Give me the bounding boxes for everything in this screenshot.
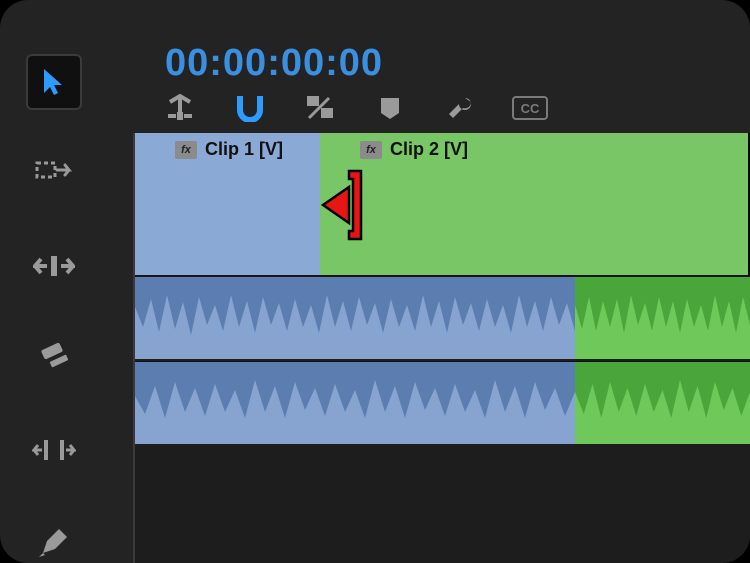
linked-selection-toggle[interactable] bbox=[300, 92, 340, 124]
audio-clip[interactable] bbox=[575, 277, 750, 359]
slip-icon bbox=[32, 438, 76, 462]
waveform-icon bbox=[575, 277, 750, 359]
clip-label: Clip 2 [V] bbox=[390, 139, 468, 160]
selection-tool[interactable] bbox=[28, 56, 80, 108]
pen-icon bbox=[37, 525, 71, 559]
tool-rail bbox=[22, 56, 86, 563]
timeline-empty-area[interactable] bbox=[135, 445, 750, 563]
slip-tool[interactable] bbox=[28, 424, 80, 476]
insert-indicator-icon bbox=[164, 94, 196, 122]
fx-badge-icon: fx bbox=[175, 141, 197, 159]
timeline-area[interactable]: fx Clip 1 [V] fx Clip 2 [V] bbox=[133, 133, 750, 563]
video-track-v1[interactable]: fx Clip 1 [V] fx Clip 2 [V] bbox=[135, 133, 750, 277]
video-clip-1[interactable]: fx Clip 1 [V] bbox=[135, 133, 322, 275]
audio-clip[interactable] bbox=[135, 362, 575, 444]
audio-clip[interactable] bbox=[575, 362, 750, 444]
razor-icon bbox=[36, 340, 72, 376]
waveform-icon bbox=[135, 362, 575, 444]
cc-icon: CC bbox=[512, 96, 548, 120]
ripple-edit-tool[interactable] bbox=[28, 240, 80, 292]
insert-overwrite-toggle[interactable] bbox=[160, 92, 200, 124]
audio-clip[interactable] bbox=[135, 277, 575, 359]
pen-tool[interactable] bbox=[28, 516, 80, 563]
timecode-display[interactable]: 00:00:00:00 bbox=[165, 42, 383, 85]
wrench-icon bbox=[445, 94, 475, 122]
waveform-icon bbox=[575, 362, 750, 444]
marker-icon bbox=[377, 95, 403, 121]
svg-text:CC: CC bbox=[521, 101, 540, 116]
audio-track-a1[interactable] bbox=[135, 277, 750, 359]
clip-header: fx Clip 1 [V] bbox=[175, 139, 283, 160]
track-select-icon bbox=[35, 159, 73, 189]
timeline-settings[interactable] bbox=[440, 92, 480, 124]
track-select-forward-tool[interactable] bbox=[28, 148, 80, 200]
fx-badge-icon: fx bbox=[360, 141, 382, 159]
clip-header: fx Clip 2 [V] bbox=[360, 139, 468, 160]
video-clip-2[interactable]: fx Clip 2 [V] bbox=[320, 133, 750, 275]
waveform-icon bbox=[135, 277, 575, 359]
ripple-edit-icon bbox=[33, 253, 75, 279]
clip-label: Clip 1 [V] bbox=[205, 139, 283, 160]
cursor-arrow-icon bbox=[38, 66, 70, 98]
linked-selection-icon bbox=[305, 94, 335, 122]
premiere-timeline-panel: 00:00:00:00 bbox=[0, 0, 750, 563]
razor-tool[interactable] bbox=[28, 332, 80, 384]
captions-toggle[interactable]: CC bbox=[510, 92, 550, 124]
audio-track-a2[interactable] bbox=[135, 361, 750, 444]
timeline-options-row: CC bbox=[160, 92, 550, 124]
snap-toggle[interactable] bbox=[230, 92, 270, 124]
add-marker[interactable] bbox=[370, 92, 410, 124]
magnet-icon bbox=[234, 94, 266, 122]
